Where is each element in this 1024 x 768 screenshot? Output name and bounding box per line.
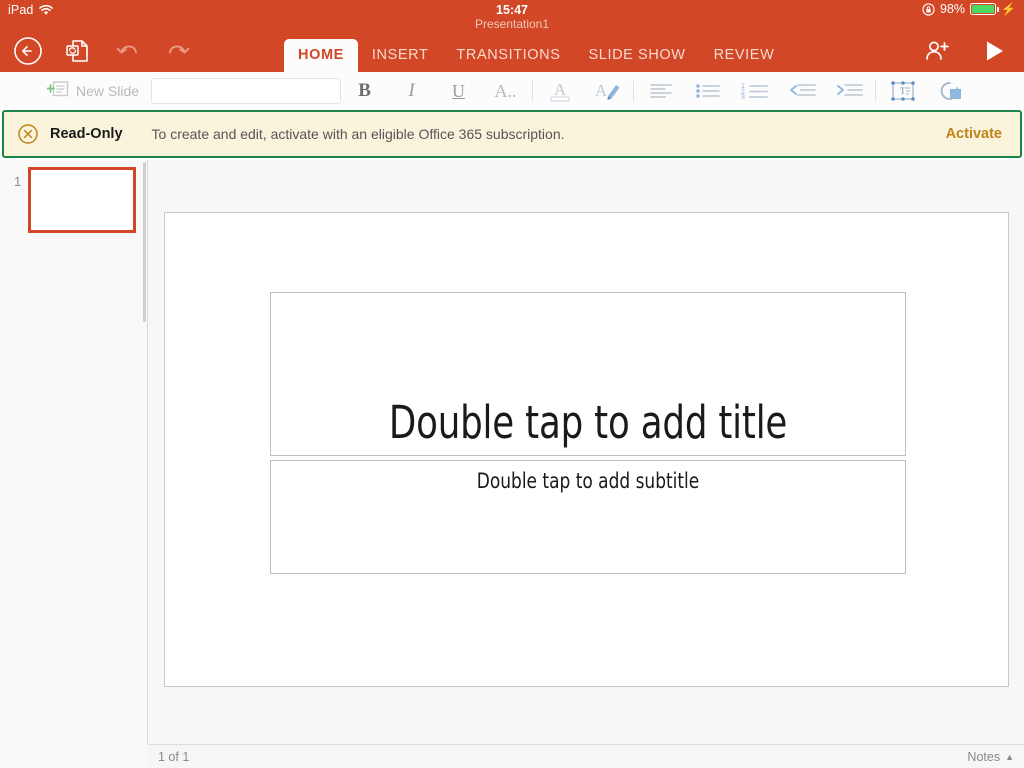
thumbnail-scrollbar[interactable] [143, 162, 146, 322]
increase-indent-button[interactable] [825, 74, 872, 108]
numbered-list-icon: 1 2 3 [741, 83, 768, 101]
slide-thumbnail-1[interactable] [28, 167, 136, 233]
play-triangle-icon [987, 41, 1003, 61]
share-button[interactable] [918, 32, 958, 70]
redo-arrow-icon [169, 45, 190, 54]
lightning-bolt-icon: ⚡ [1001, 2, 1016, 16]
tab-transitions[interactable]: TRANSITIONS [442, 39, 574, 72]
tab-home[interactable]: HOME [284, 39, 358, 72]
ios-status-bar: iPad 98% ⚡ [0, 0, 1024, 22]
italic-button[interactable]: I [388, 74, 435, 108]
more-format-label: A.. [494, 80, 517, 101]
thumbnail-item[interactable]: 1 [0, 164, 148, 236]
back-arrow-circle-icon [14, 37, 42, 65]
svg-text:A: A [553, 80, 566, 99]
decrease-indent-icon [789, 84, 816, 96]
new-slide-button[interactable]: New Slide [46, 80, 140, 103]
font-color-icon: A [550, 80, 570, 102]
new-slide-label: New Slide [76, 83, 140, 99]
highlight-button[interactable]: A [583, 74, 630, 108]
powerpoint-ipad-app: iPad 98% ⚡ 15:47 Presentation1 HOME INSE… [0, 0, 1024, 768]
more-formatting-button[interactable]: A.. [482, 74, 529, 108]
slide-canvas[interactable]: Double tap to add title Double tap to ad… [148, 160, 1024, 744]
tab-insert[interactable]: INSERT [358, 39, 443, 72]
rotation-lock-icon [922, 2, 935, 16]
save-sync-button[interactable] [58, 32, 98, 70]
slide-counter-label: 1 of 1 [158, 749, 190, 764]
shape-arrange-button[interactable] [926, 74, 973, 108]
circle-x-icon [18, 124, 38, 144]
undo-button[interactable] [108, 32, 148, 70]
wifi-icon [39, 4, 54, 16]
new-slide-icon [46, 80, 69, 103]
italic-label: I [408, 80, 415, 101]
bottom-bar-left-filler [0, 744, 148, 768]
numbering-button[interactable]: 1 2 3 [731, 74, 778, 108]
title-placeholder-text: Double tap to add title [388, 395, 788, 449]
caret-up-icon: ▲ [1005, 751, 1014, 762]
read-only-banner: Read-Only To create and edit, activate w… [2, 110, 1022, 158]
home-ribbon: New Slide B I U A.. A A 1 2 3 T [0, 72, 1024, 110]
shape-arrange-icon [940, 82, 961, 100]
battery-icon [970, 3, 999, 15]
font-controls [151, 78, 389, 104]
banner-close-button[interactable] [16, 122, 40, 146]
bullets-button[interactable] [684, 74, 731, 108]
tab-slide-show[interactable]: SLIDE SHOW [575, 39, 700, 72]
underline-label: U [452, 80, 466, 101]
notes-button[interactable]: Notes ▲ [967, 750, 1014, 764]
ribbon-divider-2 [633, 81, 635, 101]
svg-text:3: 3 [741, 94, 745, 101]
slide-thumbnail-panel[interactable]: 1 [0, 160, 148, 744]
status-bottom-bar: 1 of 1 Notes ▲ [148, 744, 1024, 768]
textbox-button[interactable]: T [879, 74, 926, 108]
ribbon-tab-bar: HOME INSERT TRANSITIONS SLIDE SHOW REVIE… [284, 36, 788, 72]
add-person-icon [926, 41, 949, 60]
align-left-icon [649, 84, 672, 98]
tab-review[interactable]: REVIEW [700, 39, 789, 72]
subtitle-placeholder[interactable]: Double tap to add subtitle [270, 460, 906, 574]
notes-label: Notes [967, 749, 1001, 764]
present-button[interactable] [974, 32, 1014, 70]
banner-title: Read-Only [50, 126, 123, 142]
title-placeholder[interactable]: Double tap to add title [270, 292, 906, 456]
font-name-input[interactable] [152, 79, 341, 103]
text-highlight-icon: A [594, 81, 620, 100]
text-box-icon: T [890, 81, 915, 101]
svg-text:A: A [594, 81, 607, 100]
underline-button[interactable]: U [435, 74, 482, 108]
thumbnail-number: 1 [14, 174, 22, 189]
decrease-indent-button[interactable] [778, 74, 825, 108]
file-sync-icon [66, 40, 88, 62]
activate-link[interactable]: Activate [946, 126, 1002, 142]
subtitle-placeholder-text: Double tap to add subtitle [476, 469, 700, 493]
status-bar-left: iPad [8, 3, 54, 17]
ribbon-divider-1 [532, 81, 534, 101]
header-nav-right [918, 32, 1014, 70]
bulleted-list-icon [695, 84, 720, 98]
undo-arrow-icon [116, 45, 137, 54]
slide-surface[interactable]: Double tap to add title Double tap to ad… [164, 212, 1009, 687]
increase-indent-icon [836, 84, 863, 96]
bold-button[interactable]: B [341, 74, 388, 108]
battery-percent-label: 98% [940, 2, 966, 16]
header-nav-left [8, 32, 198, 70]
status-bar-right: 98% ⚡ [922, 2, 1016, 16]
back-button[interactable] [8, 32, 48, 70]
font-color-button[interactable]: A [536, 74, 583, 108]
align-button[interactable] [637, 74, 684, 108]
redo-button[interactable] [158, 32, 198, 70]
ribbon-divider-3 [875, 81, 877, 101]
device-label: iPad [8, 3, 34, 17]
svg-text:T: T [900, 86, 906, 96]
bold-label: B [358, 80, 371, 101]
banner-message: To create and edit, activate with an eli… [151, 126, 565, 142]
